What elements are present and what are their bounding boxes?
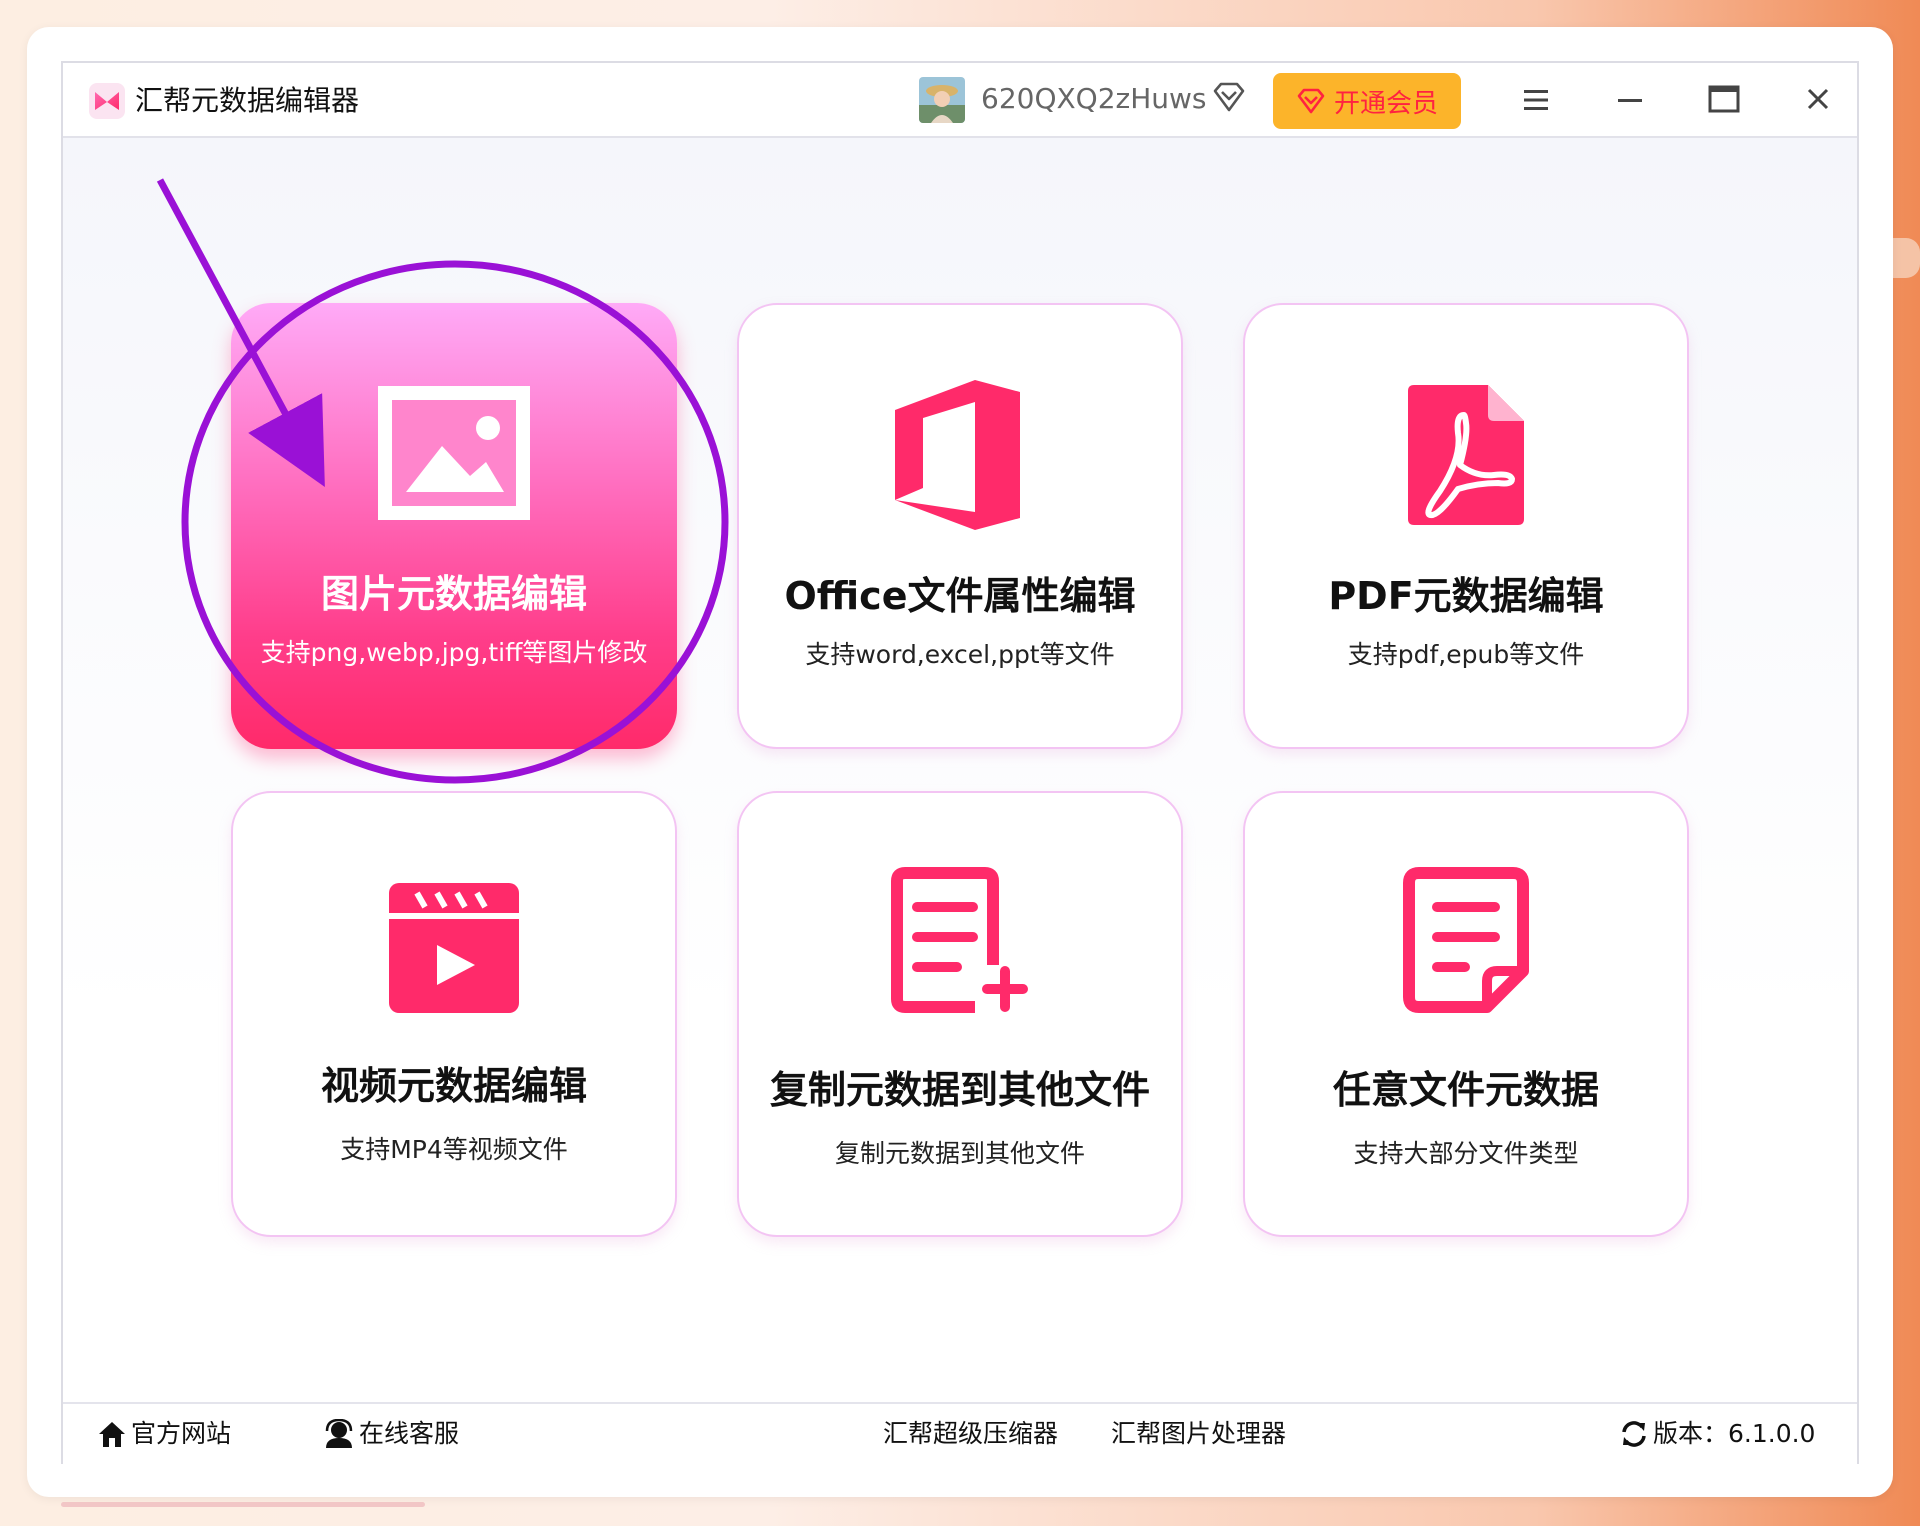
office-icon	[895, 380, 1020, 530]
customer-service-icon	[325, 1419, 353, 1448]
maximize-icon[interactable]	[1699, 77, 1749, 123]
online-service-label: 在线客服	[359, 1419, 460, 1448]
version-info[interactable]: 版本：6.1.0.0	[1619, 1416, 1815, 1452]
official-site-link[interactable]: 官方网站	[97, 1416, 231, 1452]
side-edge-tab	[1893, 238, 1920, 278]
card-video-metadata[interactable]: 视频元数据编辑 支持MP4等视频文件	[231, 791, 677, 1237]
card-office-properties[interactable]: Office文件属性编辑 支持word,excel,ppt等文件	[737, 303, 1183, 749]
main-content: 图片元数据编辑 支持png,webp,jpg,tiff等图片修改 Office文…	[63, 138, 1857, 1393]
app-logo-icon	[89, 83, 125, 119]
version-label: 版本：6.1.0.0	[1653, 1419, 1816, 1448]
card-pdf-metadata[interactable]: PDF元数据编辑 支持pdf,epub等文件	[1243, 303, 1689, 749]
video-icon	[389, 883, 519, 1013]
card-title: 复制元数据到其他文件	[769, 1068, 1150, 1112]
avatar[interactable]	[919, 77, 965, 123]
card-title: PDF元数据编辑	[1328, 574, 1604, 618]
username[interactable]: 620QXQ2zHuws	[981, 79, 1207, 119]
minimize-icon[interactable]	[1605, 77, 1655, 123]
vip-diamond-icon[interactable]	[1211, 79, 1247, 115]
card-title: 任意文件元数据	[1332, 1068, 1599, 1112]
compressor-link[interactable]: 汇帮超级压缩器	[883, 1416, 1058, 1452]
pdf-icon	[1408, 385, 1524, 525]
card-image-metadata[interactable]: 图片元数据编辑 支持png,webp,jpg,tiff等图片修改	[231, 303, 677, 749]
home-icon	[99, 1422, 125, 1447]
image-processor-link[interactable]: 汇帮图片处理器	[1111, 1416, 1286, 1452]
card-any-file-metadata[interactable]: 任意文件元数据 支持大部分文件类型	[1243, 791, 1689, 1237]
card-title: 图片元数据编辑	[320, 572, 587, 616]
vip-button[interactable]: 开通会员	[1273, 73, 1461, 129]
official-site-label: 官方网站	[131, 1419, 232, 1448]
menu-icon[interactable]	[1511, 77, 1561, 123]
refresh-icon	[1622, 1421, 1646, 1447]
card-desc: 复制元数据到其他文件	[834, 1139, 1085, 1168]
card-title: Office文件属性编辑	[784, 574, 1136, 618]
vip-button-label: 开通会员	[1333, 88, 1438, 119]
app-window: 汇帮元数据编辑器 620QXQ2zHuws 开通会员 图片元数据编辑 支持png…	[61, 61, 1859, 1464]
close-icon[interactable]	[1793, 77, 1843, 123]
compressor-label: 汇帮超级压缩器	[883, 1419, 1059, 1448]
app-title: 汇帮元数据编辑器	[135, 84, 360, 117]
card-copy-metadata[interactable]: 复制元数据到其他文件 复制元数据到其他文件	[737, 791, 1183, 1237]
card-desc: 支持pdf,epub等文件	[1347, 640, 1585, 669]
online-service-link[interactable]: 在线客服	[323, 1416, 459, 1452]
scroll-indicator	[61, 1502, 425, 1507]
footer-bar: 官方网站 在线客服 汇帮超级压缩器 汇帮图片处理器 版本：6.1.0.0	[63, 1404, 1857, 1464]
card-desc: 支持大部分文件类型	[1353, 1139, 1579, 1168]
card-desc: 支持png,webp,jpg,tiff等图片修改	[260, 638, 648, 667]
card-desc: 支持word,excel,ppt等文件	[805, 640, 1115, 669]
card-desc: 支持MP4等视频文件	[340, 1135, 568, 1164]
title-bar: 汇帮元数据编辑器 620QXQ2zHuws 开通会员	[63, 63, 1857, 138]
heart-diamond-icon	[1297, 88, 1325, 114]
image-processor-label: 汇帮图片处理器	[1111, 1419, 1287, 1448]
card-title: 视频元数据编辑	[320, 1064, 587, 1108]
image-icon	[378, 386, 530, 520]
document-icon	[1403, 867, 1529, 1013]
document-add-icon	[891, 867, 1028, 1013]
